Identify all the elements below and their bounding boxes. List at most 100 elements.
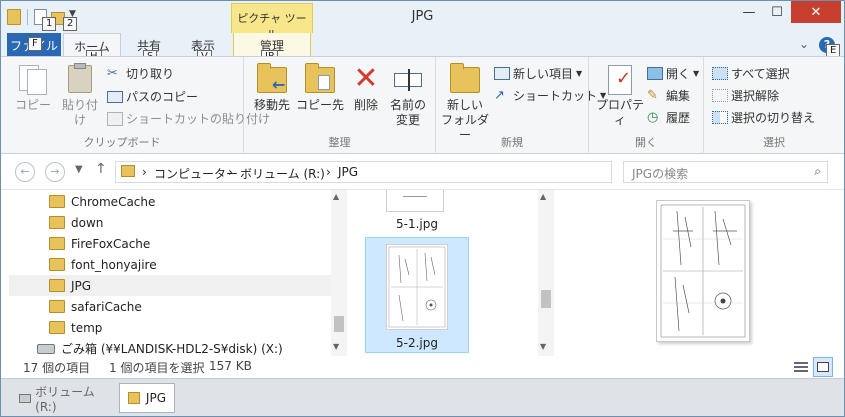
select-all-icon <box>712 67 728 80</box>
file-item-selected[interactable]: 5-2.jpg <box>365 237 469 353</box>
search-icon[interactable]: ⌕ <box>814 164 821 179</box>
nav-item-jpg[interactable]: JPG <box>9 275 331 296</box>
tab-volume-r[interactable]: ボリューム (R:) <box>11 383 115 414</box>
selection-size: 157 KB <box>209 359 252 373</box>
scroll-down-icon[interactable]: ▼ <box>540 342 546 351</box>
open-group: ✓ プロパティ 開く ▼ ✎ 編集 ◷ 履歴 開く <box>589 57 704 154</box>
cut-button[interactable]: ✂ 切り取り <box>107 65 174 82</box>
organize-group: ← 移動先 コピー先 ✕ 削除 名前の 変更 整理 <box>244 57 436 154</box>
clipboard-group-label: クリップボード <box>83 136 161 149</box>
select-group-label: 選択 <box>763 136 785 149</box>
network-drive-icon <box>37 343 55 354</box>
preview-image <box>656 200 750 342</box>
minimize-button[interactable]: — <box>735 1 763 23</box>
delete-button[interactable]: ✕ 削除 <box>346 63 386 113</box>
open-button[interactable]: 開く ▼ <box>647 65 699 82</box>
forward-button[interactable]: → <box>45 162 65 182</box>
rename-label-2: 変更 <box>395 113 420 127</box>
address-bar[interactable]: › コンピューター › ボリューム (R:) › JPG ▼ ⟳ <box>115 161 719 183</box>
copy-label: コピー <box>14 98 51 112</box>
file-name: 5-2.jpg <box>396 336 438 350</box>
select-none-button[interactable]: 選択解除 <box>712 87 779 104</box>
edit-button[interactable]: ✎ 編集 <box>647 87 690 104</box>
folder-icon <box>128 392 140 404</box>
new-item-button[interactable]: 新しい項目 ▼ <box>494 65 582 82</box>
nav-scrollbar[interactable]: ▲ ▼ <box>331 190 347 356</box>
scroll-up-icon[interactable]: ▲ <box>540 192 546 201</box>
close-button[interactable]: ✕ <box>791 1 841 23</box>
address-bar-row: ← → ▼ ↑ › コンピューター › ボリューム (R:) › JPG ▼ ⟳… <box>1 154 844 190</box>
nav-item-firefoxcache[interactable]: FireFoxCache <box>9 233 331 254</box>
clipboard-group: コピー 貼り付け ✂ 切り取り パスのコピー ショートカットの貼り付け クリップ… <box>1 57 270 154</box>
up-button[interactable]: ↑ <box>95 161 107 177</box>
paste-button[interactable]: 貼り付け <box>57 63 103 128</box>
breadcrumb-volume[interactable]: ボリューム (R:) <box>240 165 325 182</box>
large-icons-view-icon[interactable] <box>813 357 833 377</box>
title-bar: ▼ 1 2 ピクチャ ツール JPG — ☐ ✕ <box>1 1 844 41</box>
shortcut-icon: ↗ <box>494 87 505 103</box>
new-folder-button[interactable]: 新しい フォルダー <box>440 63 490 143</box>
search-placeholder: JPGの検索 <box>632 167 689 181</box>
folder-icon <box>49 237 65 250</box>
search-input[interactable]: JPGの検索 ⌕ <box>623 161 828 183</box>
nav-scrollbar-thumb[interactable] <box>334 316 344 332</box>
chevron-down-icon: ▼ <box>693 69 700 78</box>
history-button[interactable]: ◷ 履歴 <box>647 109 690 126</box>
nav-item-temp[interactable]: temp <box>9 317 331 338</box>
nav-item-label: FireFoxCache <box>71 236 151 251</box>
rename-label-1: 名前の <box>389 98 426 112</box>
breadcrumb-separator[interactable]: › <box>228 165 233 179</box>
breadcrumb-separator[interactable]: › <box>326 165 331 179</box>
properties-button[interactable]: ✓ プロパティ <box>593 63 647 128</box>
back-button[interactable]: ← <box>15 162 35 182</box>
paste-label: 貼り付け <box>61 98 98 127</box>
edit-label: 編集 <box>666 89 691 103</box>
nav-item-font-honyajire[interactable]: font_honyajire <box>9 254 331 275</box>
copy-button[interactable]: コピー <box>11 63 55 113</box>
folder-icon <box>49 279 65 292</box>
recent-locations-dropdown[interactable]: ▼ <box>75 164 83 175</box>
rename-button[interactable]: 名前の 変更 <box>386 63 430 128</box>
cut-label: 切り取り <box>126 67 175 81</box>
nav-item-label: safariCache <box>71 299 142 314</box>
drawing-preview-icon <box>388 246 446 328</box>
move-to-button[interactable]: ← 移動先 <box>250 63 294 113</box>
invert-selection-button[interactable]: 選択の切り替え <box>712 109 815 126</box>
nav-item-safaricache[interactable]: safariCache <box>9 296 331 317</box>
details-view-icon[interactable] <box>791 357 811 377</box>
breadcrumb-separator[interactable]: › <box>142 165 147 179</box>
move-to-label: 移動先 <box>253 98 290 112</box>
folder-icon <box>49 258 65 271</box>
copy-path-button[interactable]: パスのコピー <box>107 88 198 105</box>
nav-item-label: JPG <box>71 278 92 293</box>
select-all-button[interactable]: すべて選択 <box>712 65 790 82</box>
tab-jpg[interactable]: JPG <box>119 383 175 413</box>
invert-selection-label: 選択の切り替え <box>731 111 816 125</box>
scroll-down-icon[interactable]: ▼ <box>333 342 339 351</box>
history-icon: ◷ <box>647 109 659 125</box>
file-thumbnail <box>386 244 448 330</box>
file-scrollbar-thumb[interactable] <box>541 290 551 308</box>
invert-selection-icon <box>712 111 728 124</box>
file-scrollbar[interactable]: ▲ ▼ <box>538 190 554 356</box>
nav-item-down[interactable]: down <box>9 212 331 233</box>
breadcrumb-jpg[interactable]: JPG <box>338 165 358 179</box>
select-none-label: 選択解除 <box>731 89 780 103</box>
file-thumbnail <box>386 190 444 212</box>
scroll-up-icon[interactable]: ▲ <box>333 192 339 201</box>
file-list: 5-1.jpg 5-2.jpg ▲ ▼ <box>348 190 556 356</box>
nav-item-chromecache[interactable]: ChromeCache <box>9 191 331 212</box>
tab-jpg-label: JPG <box>145 391 166 405</box>
keytip-f: F <box>28 37 42 51</box>
nav-item-label: ごみ箱 (¥¥LANDISK-HDL2-S¥disk) (X:) <box>61 342 283 356</box>
file-item[interactable]: 5-1.jpg <box>368 190 466 234</box>
breadcrumb-computer[interactable]: コンピューター <box>154 165 238 182</box>
copy-to-button[interactable]: コピー先 <box>296 63 344 113</box>
explorer-window: ▼ 1 2 ピクチャ ツール JPG — ☐ ✕ ファイル ホーム 共有 表示 … <box>0 0 845 417</box>
drawing-preview-icon <box>660 204 746 338</box>
delete-icon: ✕ <box>353 61 379 96</box>
maximize-button[interactable]: ☐ <box>763 1 791 23</box>
new-group: 新しい フォルダー 新しい項目 ▼ ↗ ショートカット ▼ 新規 <box>436 57 606 154</box>
organize-group-label: 整理 <box>328 136 351 149</box>
expand-ribbon-icon[interactable]: ⌄ <box>799 37 809 51</box>
